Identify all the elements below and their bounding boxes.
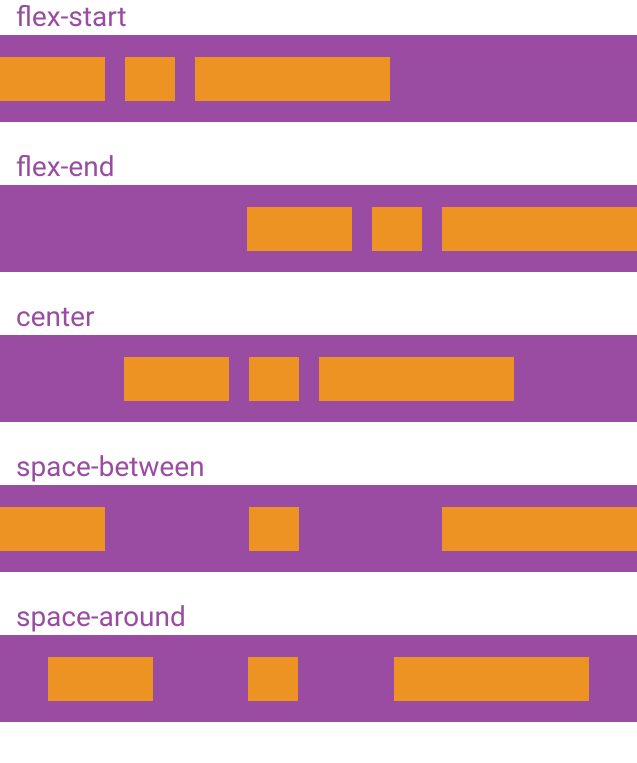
flex-item [372,207,422,251]
flex-item [249,357,299,401]
container-flex-start [0,35,637,122]
section-space-around: space-around [0,600,637,722]
container-center [0,335,637,422]
section-flex-start: flex-start [0,0,637,122]
flex-item [319,357,514,401]
flex-item [0,507,105,551]
flex-item [125,57,175,101]
flex-item [394,657,589,701]
flex-item [195,57,390,101]
flex-item [442,507,637,551]
label-center: center [0,300,637,335]
section-center: center [0,300,637,422]
flex-item [248,657,298,701]
flex-item [124,357,229,401]
label-flex-start: flex-start [0,0,637,35]
flex-item [249,507,299,551]
flex-item [48,657,153,701]
label-space-around: space-around [0,600,637,635]
section-flex-end: flex-end [0,150,637,272]
section-space-between: space-between [0,450,637,572]
flex-item [442,207,637,251]
label-space-between: space-between [0,450,637,485]
container-space-between [0,485,637,572]
flex-item [0,57,105,101]
container-flex-end [0,185,637,272]
flex-item [247,207,352,251]
container-space-around [0,635,637,722]
label-flex-end: flex-end [0,150,637,185]
